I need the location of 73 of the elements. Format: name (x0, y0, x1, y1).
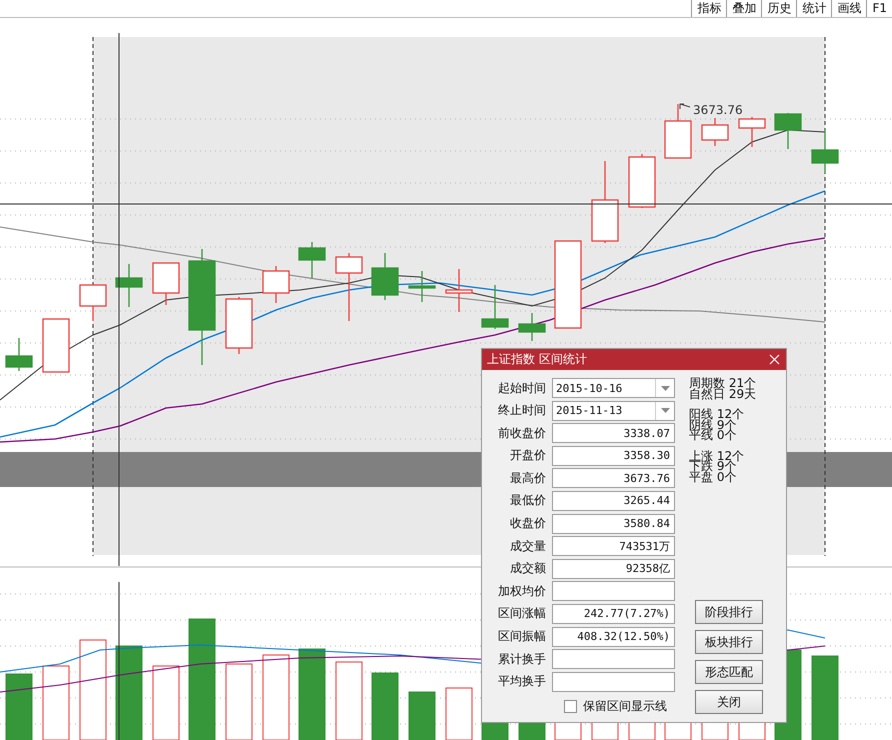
field-label: 最高价 (509, 470, 546, 487)
stat-text: 下跌 9个 (689, 461, 736, 472)
field-label: 成交额 (509, 560, 546, 578)
field-label: 成交量 (509, 538, 546, 555)
dialog-button[interactable]: 阶段排行 (695, 600, 763, 624)
field-label: 收盘价 (509, 515, 546, 532)
toolbar-tab[interactable]: 统计 (796, 0, 832, 17)
stat-text: 阳线 12个 (689, 409, 746, 420)
dialog-button[interactable]: 形态匹配 (695, 660, 763, 684)
candlestick (335, 253, 363, 321)
dialog-button[interactable]: 关闭 (695, 690, 763, 714)
value-field[interactable]: 3580.84 (552, 514, 675, 534)
checkbox[interactable] (564, 700, 577, 713)
dialog-button[interactable]: 板块排行 (695, 630, 763, 654)
dropdown-arrow-icon (660, 386, 670, 390)
stat-text: 平盘 0个 (689, 472, 738, 482)
candlestick (408, 271, 436, 302)
field-label: 区间振幅 (497, 628, 546, 646)
field-label: 最低价 (509, 492, 546, 510)
field-label: 前收盘价 (497, 424, 546, 442)
checkbox-label: 保留区间显示线 (583, 698, 667, 715)
field-label: 终止时间 (497, 402, 546, 420)
candlestick (42, 318, 70, 373)
value-field[interactable]: 3358.30 (552, 446, 675, 466)
candlestick (5, 338, 33, 371)
toolbar-tab[interactable]: 指标 (691, 0, 726, 17)
peak-marker-icon (680, 104, 690, 110)
field-label: 起始时间 (497, 380, 546, 396)
value-field[interactable]: 408.32(12.50%) (552, 626, 675, 647)
value-field[interactable] (552, 649, 675, 670)
candlestick (738, 117, 766, 147)
value-field[interactable] (552, 672, 675, 692)
candlestick (774, 113, 802, 149)
candlestick (811, 130, 839, 173)
candlestick (518, 313, 546, 341)
candlestick (79, 284, 107, 321)
field-label: 区间涨幅 (497, 605, 546, 622)
peak-price-label: 3673.76 (693, 103, 743, 117)
toolbar-tab[interactable]: 画线 (831, 0, 866, 17)
field-label: 加权均价 (497, 582, 546, 600)
dropdown-arrow-icon (660, 408, 670, 414)
stat-text: 阴线 9个 (689, 420, 736, 430)
candlestick (262, 266, 290, 303)
value-field[interactable]: 3673.76 (552, 468, 675, 488)
candlestick (701, 118, 729, 146)
stat-text: 自然日 29天 (689, 388, 758, 399)
date-dropdown[interactable]: 2015-10-16 (552, 378, 675, 398)
stat-text: 平线 0个 (689, 430, 738, 440)
field-label: 平均换手 (497, 673, 546, 690)
close-icon[interactable] (769, 354, 780, 365)
date-dropdown[interactable]: 2015-11-13 (552, 400, 675, 421)
candlestick (481, 285, 509, 329)
candlestick (225, 297, 253, 354)
value-field[interactable]: 743531万 (552, 536, 675, 556)
candlestick (115, 264, 143, 307)
candlestick (298, 242, 326, 278)
value-field[interactable]: 242.77(7.27%) (552, 604, 675, 624)
candlestick (664, 104, 692, 159)
value-field[interactable]: 3338.07 (552, 423, 675, 444)
candlestick (445, 269, 473, 312)
toolbar-tab[interactable]: 历史 (761, 0, 796, 17)
candlestick (371, 253, 399, 300)
value-field[interactable]: 3265.44 (552, 490, 675, 511)
field-label: 开盘价 (509, 447, 546, 464)
toolbar-tab[interactable]: 叠加 (726, 0, 762, 17)
value-field[interactable] (552, 581, 675, 602)
candlestick (628, 154, 656, 208)
stat-text: 上涨 12个 (689, 450, 746, 461)
field-label: 累计换手 (497, 650, 546, 668)
stat-text: 周期数 21个 (689, 378, 758, 388)
candlestick (152, 262, 180, 305)
dialog-title: 上证指数 区间统计 (487, 351, 587, 368)
value-field[interactable]: 92358亿 (552, 558, 675, 579)
